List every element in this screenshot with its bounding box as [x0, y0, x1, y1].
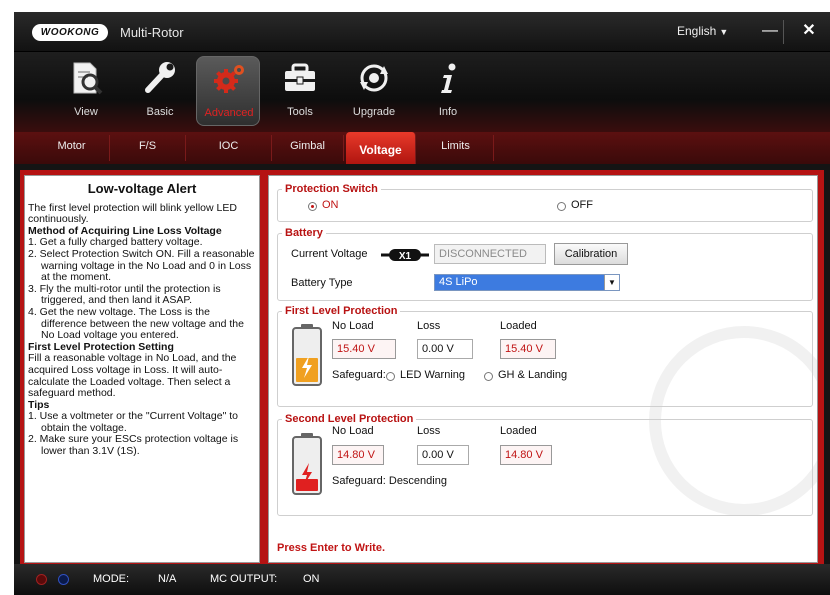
help-intro: The first level protection will blink ye… [28, 201, 237, 226]
toolbar-upgrade-button[interactable]: Upgrade [342, 56, 406, 126]
tab-ioc[interactable]: IOC [186, 135, 272, 161]
toolbar-advanced-button[interactable]: Advanced [196, 56, 260, 126]
battery-low-icon [292, 324, 322, 386]
toolbar-basic-button[interactable]: Basic [128, 56, 192, 126]
list-item: 3. Fly the multi-rotor until the protect… [28, 282, 221, 307]
toolbar-label: Tools [287, 106, 313, 118]
help-tips: 1. Use a voltmeter or the "Current Volta… [28, 410, 256, 458]
second-no-load-input[interactable]: 14.80 V [332, 445, 384, 465]
tab-limits[interactable]: Limits [418, 135, 494, 161]
first-level-legend: First Level Protection [282, 305, 401, 317]
safeguard-label: Safeguard: [332, 369, 386, 381]
led-warning-label: LED Warning [400, 369, 466, 381]
chevron-down-icon: ▼ [719, 27, 729, 37]
first-loaded-field: 15.40 V [500, 339, 556, 359]
tab-motor[interactable]: Motor [34, 135, 110, 161]
current-voltage-label: Current Voltage [291, 248, 368, 260]
list-item: 2. Select Protection Switch ON. Fill a r… [28, 247, 255, 284]
mc-output-label: MC OUTPUT: [210, 573, 278, 585]
protection-switch-group: Protection Switch ON OFF [277, 183, 813, 222]
press-enter-hint: Press Enter to Write. [277, 542, 385, 554]
advanced-tab-strip: Motor F/S IOC Gimbal Voltage Limits [14, 132, 830, 164]
toolbar-tools-button[interactable]: Tools [268, 56, 332, 126]
content-area: Low-voltage Alert The first level protec… [20, 170, 824, 570]
wrench-icon [145, 62, 175, 93]
first-no-load-input[interactable]: 15.40 V [332, 339, 396, 359]
close-button[interactable]: ✕ [794, 20, 824, 44]
battery-type-label: Battery Type [291, 277, 353, 289]
multiplier-badge: X1 [381, 249, 429, 262]
protection-off-radio[interactable] [557, 202, 566, 211]
gears-icon [214, 65, 244, 93]
list-item: 1. Use a voltmeter or the "Current Volta… [28, 410, 238, 434]
loaded-label: Loaded [500, 320, 537, 332]
help-first-level-text: Fill a reasonable voltage in No Load, an… [28, 352, 237, 400]
language-label: English [677, 24, 717, 38]
safeguard-descending-label: Safeguard: Descending [332, 475, 447, 487]
voltage-settings-panel: Protection Switch ON OFF Battery Current… [268, 175, 818, 563]
multiplier-text: X1 [399, 251, 412, 262]
current-voltage-field: DISCONNECTED [434, 244, 546, 264]
tab-fs[interactable]: F/S [110, 135, 186, 161]
view-icon [73, 62, 103, 95]
loss-label: Loss [417, 320, 441, 332]
battery-type-select[interactable]: 4S LiPo ▼ [434, 274, 620, 291]
red-led-icon [36, 574, 47, 585]
second-level-protection-group: Second Level Protection No Load Loss Loa… [277, 413, 813, 516]
app-window: WOOKONG Multi-Rotor English ▼ — ✕ View B… [14, 12, 830, 595]
help-panel: Low-voltage Alert The first level protec… [24, 175, 260, 563]
first-loss-input[interactable]: 0.00 V [417, 339, 473, 359]
battery-level-fill [296, 479, 318, 491]
second-level-legend: Second Level Protection [282, 413, 417, 425]
calibration-button[interactable]: Calibration [554, 243, 628, 265]
toolbar-view-button[interactable]: View [54, 56, 118, 126]
blue-led-icon [58, 574, 69, 585]
toolbar-label: Advanced [204, 107, 254, 119]
no-load-label: No Load [332, 320, 374, 332]
led-warning-radio[interactable] [386, 372, 395, 381]
protection-off-label: OFF [571, 199, 593, 211]
language-dropdown[interactable]: English ▼ [677, 24, 728, 38]
main-toolbar: View Basic Advanced Tools Upgrade Info [14, 52, 830, 132]
list-item: 4. Get the new voltage. The Loss is the … [28, 305, 244, 342]
chevron-down-icon[interactable]: ▼ [604, 275, 619, 290]
toolbox-icon [285, 63, 315, 91]
tab-voltage[interactable]: Voltage [346, 132, 416, 164]
battery-critical-icon [292, 433, 322, 495]
protection-switch-legend: Protection Switch [282, 183, 381, 195]
gh-landing-radio[interactable] [484, 372, 493, 381]
protection-on-label: ON [322, 199, 339, 211]
help-title: Low-voltage Alert [87, 181, 197, 196]
loss-label: Loss [417, 425, 441, 437]
toolbar-label: View [74, 106, 98, 118]
tab-gimbal[interactable]: Gimbal [272, 135, 344, 161]
toolbar-label: Info [438, 106, 458, 118]
no-load-label: No Load [332, 425, 374, 437]
window-button-divider [783, 20, 784, 44]
mode-value: N/A [158, 573, 177, 585]
battery-group: Battery Current Voltage X1 DISCONNECTED … [277, 227, 813, 301]
mc-output-value: ON [303, 573, 320, 585]
protection-on-radio[interactable] [308, 202, 317, 211]
info-icon [441, 63, 456, 93]
status-bar: MODE: N/A MC OUTPUT: ON [14, 564, 830, 595]
loaded-label: Loaded [500, 425, 537, 437]
minimize-button[interactable]: — [755, 20, 785, 44]
battery-legend: Battery [282, 227, 326, 239]
second-loaded-field: 14.80 V [500, 445, 552, 465]
list-item: 2. Make sure your ESCs protection voltag… [28, 433, 239, 458]
first-level-protection-group: First Level Protection No Load Loss Load… [277, 305, 813, 407]
title-bar: WOOKONG Multi-Rotor English ▼ — ✕ [14, 12, 830, 52]
help-method-steps: 1. Get a fully charged battery voltage. … [28, 237, 256, 341]
battery-type-value: 4S LiPo [439, 276, 478, 288]
toolbar-label: Basic [146, 106, 174, 118]
app-name: Multi-Rotor [120, 25, 184, 40]
mode-label: MODE: [93, 573, 130, 585]
upgrade-icon [360, 64, 388, 92]
toolbar-label: Upgrade [352, 106, 396, 118]
second-loss-input[interactable]: 0.00 V [417, 445, 469, 465]
brand-logo: WOOKONG [32, 24, 108, 41]
toolbar-info-button[interactable]: Info [416, 56, 480, 126]
gh-landing-label: GH & Landing [498, 369, 568, 381]
